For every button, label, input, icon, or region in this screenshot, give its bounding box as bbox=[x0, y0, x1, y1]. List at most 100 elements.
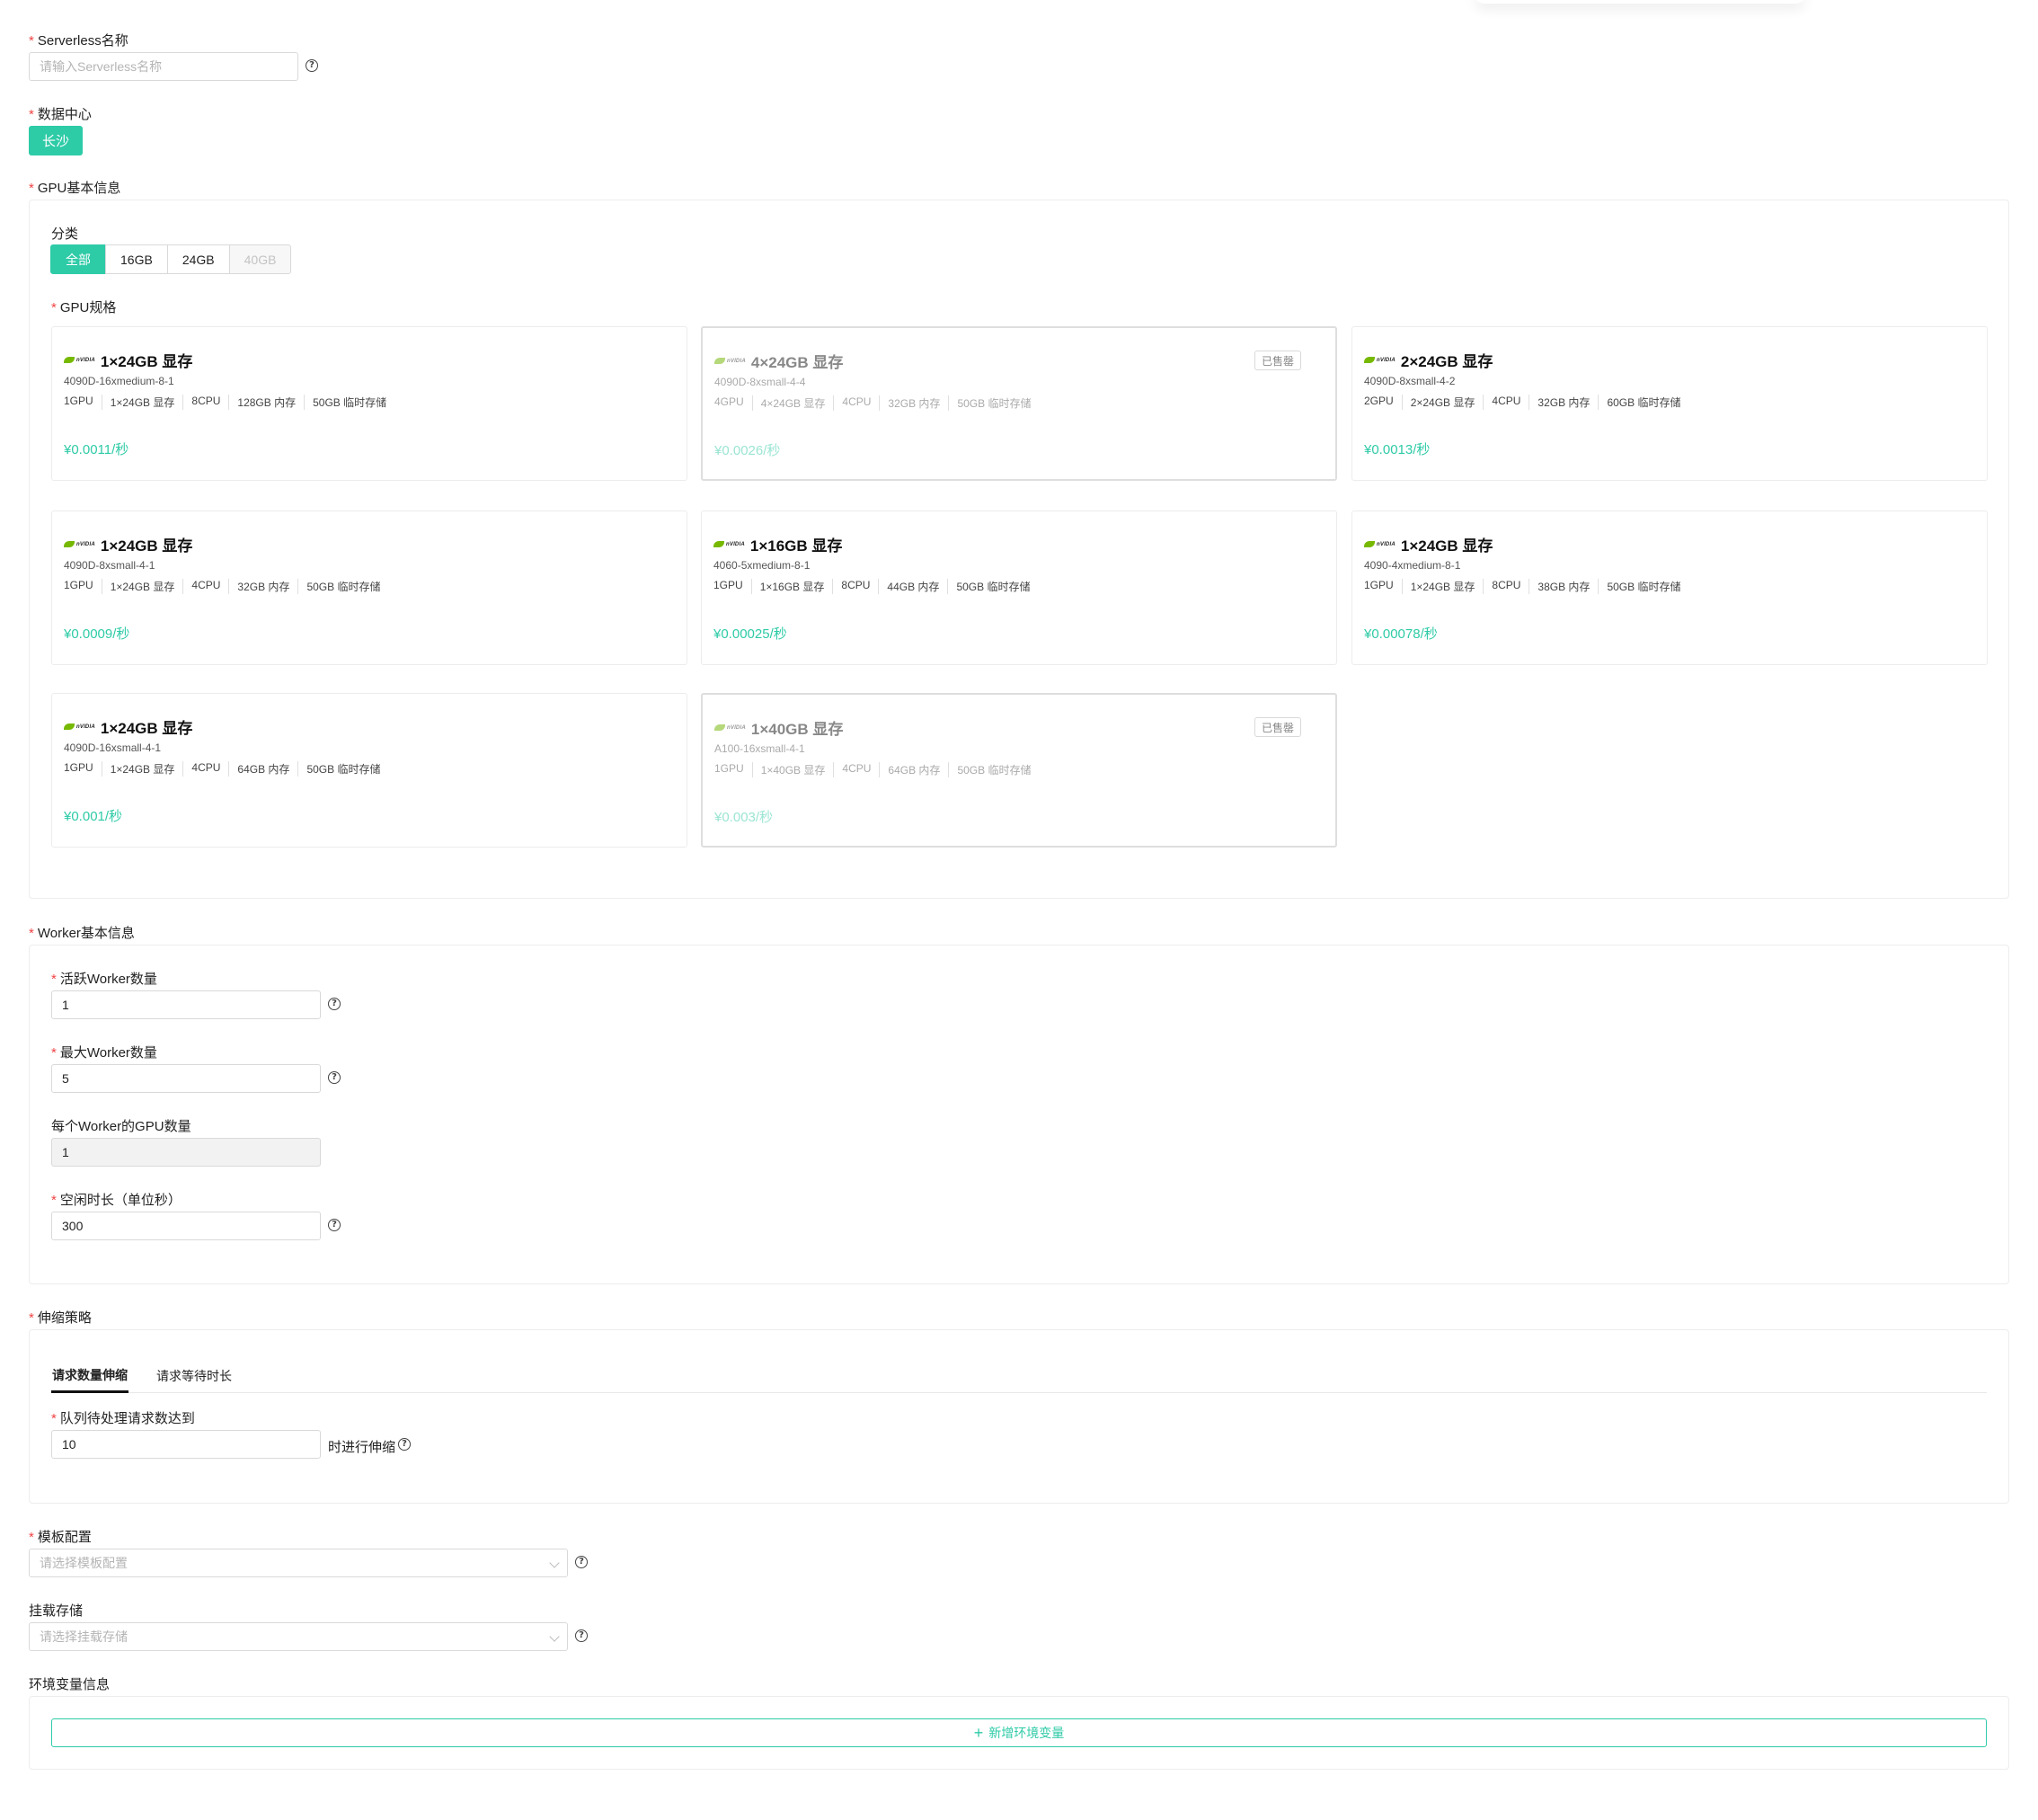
gpu-spec-card[interactable]: nVIDIA 1×24GB 显存 4090D-16xmedium-8-1 1GPU 1×… bbox=[51, 326, 687, 481]
gpu-card-spec-item: 32GB 内存 bbox=[879, 395, 948, 411]
gpu-card-specs: 4GPU 4×24GB 显存 4CPU 32GB 内存 50GB 临时存储 bbox=[714, 395, 1039, 411]
gpu-card-spec-item: 1×40GB 显存 bbox=[751, 762, 834, 777]
queue-threshold-input[interactable]: 10 bbox=[51, 1430, 321, 1459]
category-option-16gb[interactable]: 16GB bbox=[105, 244, 168, 274]
storage-label: 挂载存储 bbox=[29, 1603, 84, 1619]
category-segmented: 全部 16GB 24GB 40GB bbox=[50, 244, 292, 274]
gpu-card-title: nVIDIA 1×24GB 显存 bbox=[64, 349, 192, 371]
gpu-card-price: ¥0.0011/秒 bbox=[64, 442, 129, 457]
gpu-card-spec-item: 50GB 临时存储 bbox=[297, 761, 388, 777]
help-icon[interactable]: ? bbox=[328, 998, 341, 1010]
gpu-card-spec-item: 2GPU bbox=[1364, 395, 1394, 407]
gpu-card-spec-item: 8CPU bbox=[182, 395, 228, 410]
nvidia-logo-icon: nVIDIA bbox=[64, 357, 95, 363]
nvidia-logo-icon: nVIDIA bbox=[1364, 357, 1396, 363]
gpu-card-price: ¥0.0009/秒 bbox=[64, 626, 130, 642]
gpu-card-spec-item: 2×24GB 显存 bbox=[1401, 395, 1484, 410]
gpu-spec-card[interactable]: nVIDIA 1×24GB 显存 4090-4xmedium-8-1 1GPU 1×24… bbox=[1351, 510, 1988, 665]
gpu-card-spec-item: 64GB 内存 bbox=[228, 761, 297, 777]
help-icon[interactable]: ? bbox=[575, 1629, 588, 1642]
gpu-card-spec-item: 1×24GB 显存 bbox=[101, 579, 183, 594]
sold-out-badge: 已售罄 bbox=[1254, 351, 1301, 370]
gpu-card-price: ¥0.0013/秒 bbox=[1364, 442, 1431, 457]
nvidia-logo-icon: nVIDIA bbox=[714, 724, 746, 731]
gpu-card-spec-item: 128GB 内存 bbox=[228, 395, 304, 410]
env-label: 环境变量信息 bbox=[29, 1677, 111, 1692]
plus-icon: + bbox=[973, 1724, 984, 1742]
active-workers-input[interactable]: 1 bbox=[51, 990, 321, 1019]
help-icon[interactable]: ? bbox=[328, 1071, 341, 1084]
idle-duration-label: * 空闲时长（单位秒） bbox=[51, 1193, 182, 1208]
gpu-card-model: 4090D-16xsmall-4-1 bbox=[64, 741, 162, 754]
help-icon[interactable]: ? bbox=[398, 1438, 411, 1451]
gpu-card-spec-item: 32GB 内存 bbox=[228, 579, 297, 594]
gpu-spec-card[interactable]: nVIDIA 2×24GB 显存 4090D-8xsmall-4-2 2GPU 2×24… bbox=[1351, 326, 1988, 481]
gpu-card-title: nVIDIA 1×24GB 显存 bbox=[64, 715, 192, 738]
worker-section-panel bbox=[29, 945, 2009, 1284]
gpu-card-spec-item: 1GPU bbox=[714, 762, 744, 775]
tab-request-count[interactable]: 请求数量伸缩 bbox=[51, 1359, 128, 1393]
help-icon[interactable]: ? bbox=[575, 1556, 588, 1568]
gpu-card-model: 4060-5xmedium-8-1 bbox=[713, 559, 811, 572]
category-option-40gb: 40GB bbox=[228, 244, 292, 274]
gpu-card-specs: 2GPU 2×24GB 显存 4CPU 32GB 内存 60GB 临时存储 bbox=[1364, 395, 1688, 410]
gpu-card-spec-item: 8CPU bbox=[832, 579, 878, 594]
gpu-spec-card[interactable]: nVIDIA 1×24GB 显存 4090D-8xsmall-4-1 1GPU 1×24… bbox=[51, 510, 687, 665]
gpu-card-title-text: 1×24GB 显存 bbox=[100, 353, 193, 370]
gpu-card-model: 4090D-8xsmall-4-4 bbox=[714, 376, 806, 388]
datacenter-option-changsha[interactable]: 长沙 bbox=[29, 126, 83, 155]
gpu-card-spec-item: 50GB 临时存储 bbox=[304, 395, 394, 410]
max-workers-input[interactable]: 5 bbox=[51, 1064, 321, 1093]
gpu-card-title: nVIDIA 1×16GB 显存 bbox=[713, 533, 842, 555]
category-option-24gb[interactable]: 24GB bbox=[166, 244, 230, 274]
gpu-card-price: ¥0.0026/秒 bbox=[714, 443, 781, 458]
sold-out-badge: 已售罄 bbox=[1254, 717, 1301, 737]
gpu-card-spec-item: 4CPU bbox=[182, 761, 228, 777]
gpu-card-title: nVIDIA 2×24GB 显存 bbox=[1364, 349, 1493, 371]
gpu-spec-card[interactable]: nVIDIA 1×16GB 显存 4060-5xmedium-8-1 1GPU 1×16… bbox=[701, 510, 1337, 665]
gpu-card-specs: 1GPU 1×40GB 显存 4CPU 64GB 内存 50GB 临时存储 bbox=[714, 762, 1039, 777]
gpu-card-spec-item: 4CPU bbox=[833, 395, 879, 411]
storage-select[interactable]: 请选择挂载存储 bbox=[29, 1622, 568, 1651]
gpu-card-specs: 1GPU 1×24GB 显存 8CPU 128GB 内存 50GB 临时存储 bbox=[64, 395, 394, 410]
serverless-name-input[interactable]: 请输入Serverless名称 bbox=[29, 52, 298, 81]
nvidia-logo-icon: nVIDIA bbox=[64, 724, 95, 730]
gpu-card-spec-item: 4GPU bbox=[714, 395, 744, 408]
scaling-label: * 伸缩策略 bbox=[29, 1310, 92, 1326]
add-env-button[interactable]: + 新增环境变量 bbox=[51, 1718, 1987, 1747]
scaling-panel bbox=[29, 1329, 2009, 1504]
gpu-section-label: * GPU基本信息 bbox=[29, 181, 121, 196]
gpu-card-title: nVIDIA 1×24GB 显存 bbox=[64, 533, 192, 555]
gpu-spec-label: * GPU规格 bbox=[51, 300, 117, 315]
serverless-name-label: * Serverless名称 bbox=[29, 33, 128, 49]
idle-duration-input[interactable]: 300 bbox=[51, 1212, 321, 1240]
gpu-card-model: 4090-4xmedium-8-1 bbox=[1364, 559, 1461, 572]
gpu-spec-card: nVIDIA 4×24GB 显存 4090D-8xsmall-4-4 4GPU 4×24… bbox=[701, 326, 1337, 481]
active-workers-label: * 活跃Worker数量 bbox=[51, 972, 157, 987]
gpu-card-spec-item: 1×24GB 显存 bbox=[101, 761, 183, 777]
gpu-card-spec-item: 44GB 内存 bbox=[878, 579, 947, 594]
gpu-card-spec-item: 1GPU bbox=[64, 761, 93, 774]
category-label: 分类 bbox=[51, 226, 79, 242]
gpu-spec-card[interactable]: nVIDIA 1×24GB 显存 4090D-16xsmall-4-1 1GPU 1×2… bbox=[51, 693, 687, 848]
template-label: * 模板配置 bbox=[29, 1530, 92, 1545]
gpu-card-title-text: 1×24GB 显存 bbox=[100, 537, 193, 555]
gpu-card-spec-item: 4CPU bbox=[833, 762, 879, 777]
gpu-card-spec-item: 50GB 临时存储 bbox=[1598, 579, 1688, 594]
gpu-card-model: 4090D-8xsmall-4-2 bbox=[1364, 375, 1456, 387]
template-select[interactable]: 请选择模板配置 bbox=[29, 1549, 568, 1577]
gpu-card-specs: 1GPU 1×24GB 显存 4CPU 32GB 内存 50GB 临时存储 bbox=[64, 579, 388, 594]
worker-section-label: * Worker基本信息 bbox=[29, 926, 135, 941]
max-workers-label: * 最大Worker数量 bbox=[51, 1045, 157, 1061]
gpu-card-title: nVIDIA 4×24GB 显存 bbox=[714, 350, 843, 372]
gpu-card-spec-item: 64GB 内存 bbox=[879, 762, 948, 777]
tab-request-wait[interactable]: 请求等待时长 bbox=[156, 1359, 232, 1393]
category-option-all[interactable]: 全部 bbox=[50, 244, 106, 274]
gpu-card-spec-item: 4CPU bbox=[1483, 395, 1528, 410]
gpu-card-specs: 1GPU 1×16GB 显存 8CPU 44GB 内存 50GB 临时存储 bbox=[713, 579, 1038, 594]
help-icon[interactable]: ? bbox=[306, 59, 318, 72]
queue-label: * 队列待处理请求数达到 bbox=[51, 1411, 195, 1426]
help-icon[interactable]: ? bbox=[328, 1219, 341, 1231]
gpu-card-spec-item: 50GB 临时存储 bbox=[948, 762, 1039, 777]
gpu-card-model: A100-16xsmall-4-1 bbox=[714, 742, 805, 755]
